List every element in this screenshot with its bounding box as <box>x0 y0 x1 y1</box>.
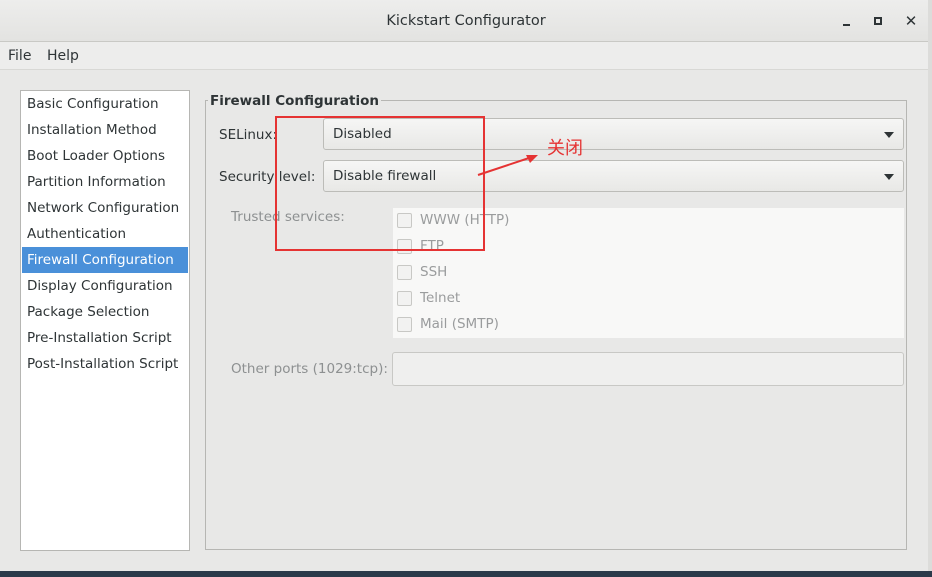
checkbox-www[interactable] <box>397 213 412 228</box>
title-bar: Kickstart Configurator ✕ <box>0 0 932 42</box>
security-level-combo[interactable]: Disable firewall <box>323 160 904 192</box>
desktop-strip <box>0 571 932 577</box>
sidebar-item-partition-information[interactable]: Partition Information <box>22 169 188 195</box>
sidebar: Basic Configuration Installation Method … <box>20 90 190 551</box>
sidebar-item-authentication[interactable]: Authentication <box>22 221 188 247</box>
window-edge <box>928 0 932 577</box>
other-ports-label: Other ports (1029:tcp): <box>231 361 388 377</box>
service-label: WWW (HTTP) <box>420 212 510 228</box>
service-ftp[interactable]: FTP <box>393 234 593 260</box>
security-level-value: Disable firewall <box>333 168 437 184</box>
sidebar-item-post-installation-script[interactable]: Post-Installation Script <box>22 351 188 377</box>
security-level-label: Security level: <box>219 169 316 185</box>
sidebar-item-boot-loader-options[interactable]: Boot Loader Options <box>22 143 188 169</box>
sidebar-item-network-configuration[interactable]: Network Configuration <box>22 195 188 221</box>
sidebar-item-pre-installation-script[interactable]: Pre-Installation Script <box>22 325 188 351</box>
close-icon[interactable]: ✕ <box>900 10 922 32</box>
checkbox-smtp[interactable] <box>397 317 412 332</box>
trusted-services-list: WWW (HTTP) FTP SSH Telnet Mail (SMTP) <box>393 208 904 338</box>
menu-bar: File Help <box>0 42 932 70</box>
annotation-arrow-icon <box>477 155 538 176</box>
service-label: Mail (SMTP) <box>420 316 499 332</box>
frame-title: Firewall Configuration <box>208 93 382 109</box>
service-ssh[interactable]: SSH <box>393 260 593 286</box>
annotation-text: 关闭 <box>547 138 583 159</box>
menu-file[interactable]: File <box>8 48 31 64</box>
selinux-value: Disabled <box>333 126 392 142</box>
sidebar-item-firewall-configuration[interactable]: Firewall Configuration <box>22 247 188 273</box>
checkbox-telnet[interactable] <box>397 291 412 306</box>
service-smtp[interactable]: Mail (SMTP) <box>393 312 593 338</box>
dropdown-arrow-icon <box>884 174 894 180</box>
selinux-combo[interactable]: Disabled <box>323 118 904 150</box>
sidebar-item-installation-method[interactable]: Installation Method <box>22 117 188 143</box>
sidebar-item-package-selection[interactable]: Package Selection <box>22 299 188 325</box>
service-label: Telnet <box>420 290 461 306</box>
sidebar-item-display-configuration[interactable]: Display Configuration <box>22 273 188 299</box>
window-title: Kickstart Configurator <box>386 13 546 29</box>
checkbox-ftp[interactable] <box>397 239 412 254</box>
minimize-icon[interactable] <box>836 10 858 32</box>
checkbox-ssh[interactable] <box>397 265 412 280</box>
service-label: SSH <box>420 264 448 280</box>
service-telnet[interactable]: Telnet <box>393 286 593 312</box>
service-label: FTP <box>420 238 444 254</box>
trusted-services-label: Trusted services: <box>231 209 345 225</box>
service-www[interactable]: WWW (HTTP) <box>393 208 593 234</box>
menu-help[interactable]: Help <box>47 48 79 64</box>
dropdown-arrow-icon <box>884 132 894 138</box>
sidebar-item-basic-configuration[interactable]: Basic Configuration <box>22 91 188 117</box>
maximize-icon[interactable] <box>868 10 890 32</box>
selinux-label: SELinux: <box>219 127 278 143</box>
other-ports-input[interactable] <box>392 352 904 386</box>
